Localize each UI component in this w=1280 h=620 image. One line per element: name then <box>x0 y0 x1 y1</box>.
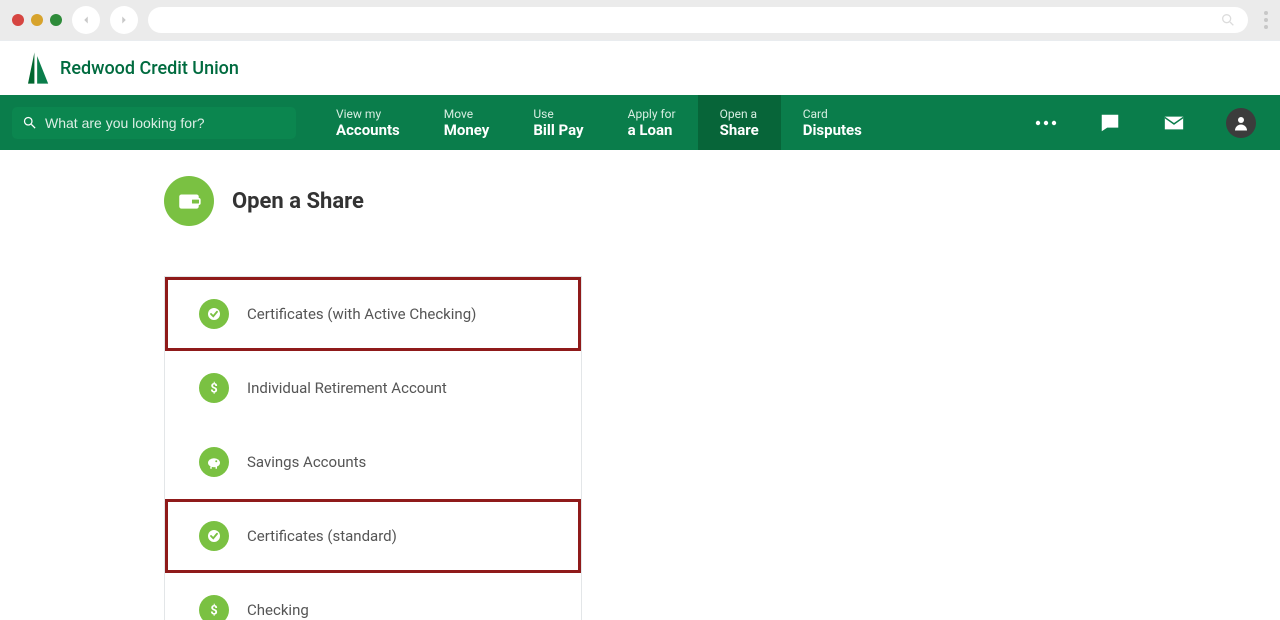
browser-toolbar <box>0 0 1280 40</box>
page-header: Open a Share <box>164 176 1280 226</box>
share-item-label: Checking <box>247 601 309 619</box>
chevron-right-icon <box>117 13 131 27</box>
minimize-window-button[interactable] <box>31 14 43 26</box>
nav-item-line2: a Loan <box>628 121 676 139</box>
share-item-label: Savings Accounts <box>247 453 366 471</box>
primary-nav: View my Accounts Move Money Use Bill Pay… <box>0 95 1280 150</box>
nav-item-apply-loan[interactable]: Apply for a Loan <box>606 95 698 150</box>
search-icon <box>1220 12 1236 28</box>
dollar-icon: $ <box>199 595 229 620</box>
wallet-icon <box>164 176 214 226</box>
nav-item-line1: Open a <box>720 107 759 121</box>
share-type-list: Certificates (with Active Checking) $ In… <box>164 276 582 620</box>
search-icon <box>22 115 37 130</box>
nav-item-line1: View my <box>336 107 400 121</box>
share-item-checking[interactable]: $ Checking <box>165 573 581 620</box>
mail-icon <box>1163 112 1185 134</box>
svg-text:$: $ <box>210 382 217 397</box>
share-item-label: Individual Retirement Account <box>247 379 447 397</box>
nav-item-line2: Money <box>444 121 490 139</box>
nav-item-line2: Bill Pay <box>533 121 583 139</box>
svg-text:$: $ <box>210 604 217 619</box>
nav-item-line2: Disputes <box>803 121 862 139</box>
chat-icon <box>1099 112 1121 134</box>
chat-button[interactable] <box>1098 111 1122 135</box>
badge-check-icon <box>199 299 229 329</box>
piggy-bank-icon <box>199 447 229 477</box>
nav-item-view-accounts[interactable]: View my Accounts <box>314 95 422 150</box>
person-icon <box>1232 114 1250 132</box>
browser-url-bar[interactable] <box>148 7 1248 33</box>
more-menu-button[interactable] <box>1034 111 1058 135</box>
site-search[interactable] <box>12 107 296 139</box>
nav-item-line1: Card <box>803 107 862 121</box>
traffic-lights <box>12 14 62 26</box>
nav-item-move-money[interactable]: Move Money <box>422 95 512 150</box>
share-item-label: Certificates (standard) <box>247 527 397 545</box>
nav-item-line2: Accounts <box>336 121 400 139</box>
share-item-certificates-active-checking[interactable]: Certificates (with Active Checking) <box>165 277 581 351</box>
ellipsis-icon <box>1035 120 1057 126</box>
share-item-ira[interactable]: $ Individual Retirement Account <box>165 351 581 425</box>
site-header: Redwood Credit Union <box>0 40 1280 95</box>
maximize-window-button[interactable] <box>50 14 62 26</box>
nav-item-line1: Apply for <box>628 107 676 121</box>
page-content: Open a Share Certificates (with Active C… <box>0 150 1280 620</box>
nav-item-card-disputes[interactable]: Card Disputes <box>781 95 884 150</box>
nav-utilities <box>1034 108 1256 138</box>
browser-forward-button[interactable] <box>110 6 138 34</box>
profile-button[interactable] <box>1226 108 1256 138</box>
browser-menu-button[interactable] <box>1264 11 1268 29</box>
nav-item-line2: Share <box>720 121 759 139</box>
badge-check-icon <box>199 521 229 551</box>
brand-logo-icon <box>28 52 50 84</box>
share-item-certificates-standard[interactable]: Certificates (standard) <box>165 499 581 573</box>
chevron-left-icon <box>79 13 93 27</box>
page-title: Open a Share <box>232 189 364 214</box>
nav-item-line1: Use <box>533 107 583 121</box>
dollar-icon: $ <box>199 373 229 403</box>
nav-items: View my Accounts Move Money Use Bill Pay… <box>314 95 884 150</box>
nav-item-open-share[interactable]: Open a Share <box>698 95 781 150</box>
browser-back-button[interactable] <box>72 6 100 34</box>
share-item-label: Certificates (with Active Checking) <box>247 305 476 323</box>
nav-item-bill-pay[interactable]: Use Bill Pay <box>511 95 605 150</box>
share-item-savings[interactable]: Savings Accounts <box>165 425 581 499</box>
search-input[interactable] <box>45 115 286 131</box>
brand-name: Redwood Credit Union <box>60 58 239 79</box>
messages-button[interactable] <box>1162 111 1186 135</box>
close-window-button[interactable] <box>12 14 24 26</box>
nav-item-line1: Move <box>444 107 490 121</box>
